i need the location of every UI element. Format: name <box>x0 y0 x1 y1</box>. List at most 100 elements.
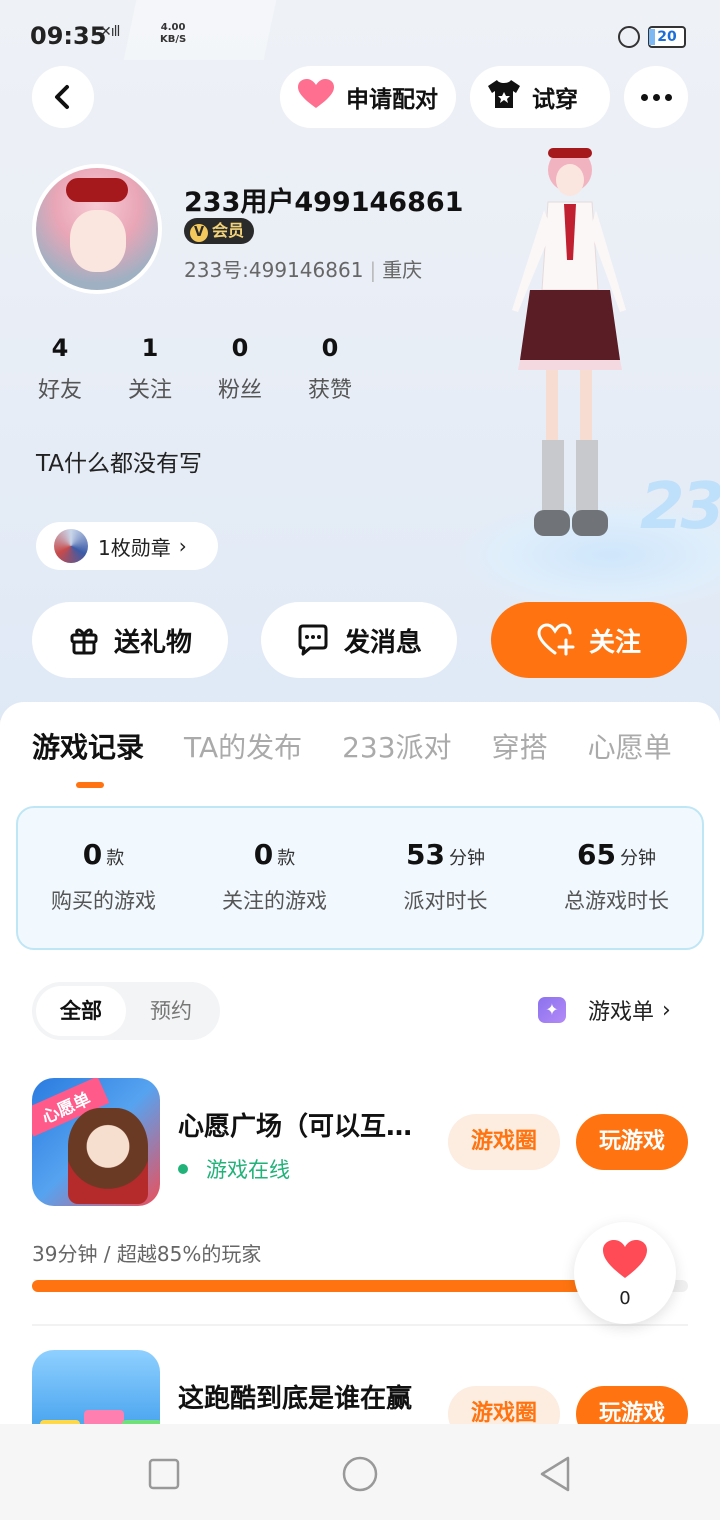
game-filter-toggle: 全部 预约 <box>32 982 220 1040</box>
follow-label: 关注 <box>588 627 641 658</box>
filter-reserved[interactable]: 预约 <box>126 986 216 1036</box>
more-options-button[interactable] <box>624 66 688 128</box>
recent-apps-icon[interactable] <box>144 1454 184 1494</box>
heart-plus-icon <box>537 623 575 656</box>
summary-purchased-games[interactable]: 0 款购买的游戏 <box>18 808 189 948</box>
game-summary-card: 0 款购买的游戏 0 款关注的游戏 53 分钟 派对时长 65 分钟 总游戏时长 <box>16 806 704 950</box>
medals-button[interactable]: 1枚勋章 › <box>36 522 218 570</box>
stat-following[interactable]: 1 关注 <box>126 334 216 404</box>
profile-tabs: 游戏记录 TA的发布 233派对 穿搭 心愿单 <box>32 726 712 788</box>
summary-label: 总游戏时长 <box>564 889 669 913</box>
summary-value: 0 <box>82 838 103 871</box>
summary-total-play-time[interactable]: 65 分钟总游戏时长 <box>531 808 702 948</box>
vip-icon: V <box>190 224 208 242</box>
home-icon[interactable] <box>340 1454 380 1494</box>
stat-fans[interactable]: 0 粉丝 <box>216 334 306 404</box>
chat-bubble-icon <box>298 624 328 656</box>
heart-icon <box>296 78 336 116</box>
separator: | <box>369 258 377 282</box>
game-item[interactable]: 这跑酷到底是谁在赢 游戏圈 玩游戏 <box>32 1350 688 1424</box>
username: 233用户499146861 <box>184 187 464 218</box>
back-triangle-icon[interactable] <box>536 1454 576 1494</box>
summary-party-time[interactable]: 53 分钟 派对时长 <box>360 808 531 948</box>
avatar-face <box>70 210 126 272</box>
chevron-left-icon <box>55 85 69 109</box>
game-character-art <box>68 1108 148 1204</box>
back-button[interactable] <box>32 66 94 128</box>
chevron-right-icon: › <box>662 997 671 1023</box>
summary-unit: 款 <box>277 848 296 869</box>
system-navigation-bar <box>0 1424 720 1520</box>
tab-wishlist[interactable]: 心愿单 <box>588 726 672 786</box>
vip-label: 会员 <box>212 221 245 240</box>
game-playtime: 39分钟 / 超越85%的玩家 <box>32 1242 262 1266</box>
try-on-button[interactable]: 试穿 <box>470 66 610 128</box>
play-game-button[interactable]: 玩游戏 <box>576 1114 688 1170</box>
user-location: 重庆 <box>382 258 423 282</box>
stat-value: 1 <box>141 334 159 362</box>
summary-label: 派对时长 <box>403 889 488 913</box>
play-game-button[interactable]: 玩游戏 <box>576 1386 688 1424</box>
send-message-label: 发消息 <box>343 627 422 658</box>
apply-pair-label: 申请配对 <box>346 87 438 113</box>
rotation-lock-icon <box>618 26 640 48</box>
stat-value: 0 <box>231 334 249 362</box>
summary-unit: 分钟 <box>448 848 485 869</box>
like-button[interactable]: 0 <box>574 1222 676 1324</box>
summary-label: 关注的游戏 <box>222 889 327 913</box>
summary-value: 0 <box>253 838 274 871</box>
avatar-3d-figure[interactable] <box>498 140 638 560</box>
tab-outfits[interactable]: 穿搭 <box>492 726 548 786</box>
tab-game-records[interactable]: 游戏记录 <box>32 726 144 788</box>
divider <box>32 1324 688 1326</box>
game-title: 心愿广场（可以互… <box>178 1112 413 1142</box>
medals-label: 1枚勋章 <box>98 535 171 560</box>
summary-followed-games[interactable]: 0 款关注的游戏 <box>189 808 360 948</box>
like-count: 0 <box>619 1288 631 1309</box>
filter-all[interactable]: 全部 <box>36 986 126 1036</box>
game-circle-button[interactable]: 游戏圈 <box>448 1386 560 1424</box>
stage-233-logo: 233 <box>640 470 720 544</box>
bio-text: TA什么都没有写 <box>36 451 202 477</box>
user-id-line: 233号:499146861 | 重庆 <box>184 254 422 283</box>
more-dot-icon <box>664 93 672 101</box>
medal-icon <box>54 529 88 563</box>
apply-pair-button[interactable]: 申请配对 <box>280 66 456 128</box>
vip-badge[interactable]: V 会员 <box>184 218 255 244</box>
network-speed: 4.00 KB/S <box>160 22 186 46</box>
send-gift-button[interactable]: 送礼物 <box>32 602 228 678</box>
heart-icon <box>603 1240 647 1278</box>
profile-stats: 4 好友 1 关注 0 粉丝 0 获赞 <box>36 334 396 404</box>
follow-button[interactable]: 关注 <box>491 602 687 678</box>
avatar[interactable] <box>32 164 162 294</box>
try-on-label: 试穿 <box>532 87 578 113</box>
chevron-right-icon: › <box>178 534 187 558</box>
network-speed-value: 4.00 <box>160 22 186 33</box>
game-title: 这跑酷到底是谁在赢 <box>178 1384 413 1414</box>
stat-label: 获赞 <box>307 378 352 403</box>
stat-likes[interactable]: 0 获赞 <box>306 334 396 404</box>
progress-fill <box>32 1280 636 1292</box>
game-online-status: 游戏在线 <box>178 1154 290 1184</box>
stat-friends[interactable]: 4 好友 <box>36 334 126 404</box>
more-dot-icon <box>640 93 648 101</box>
tab-posts[interactable]: TA的发布 <box>184 726 302 786</box>
tab-party[interactable]: 233派对 <box>342 726 451 786</box>
summary-unit: 分钟 <box>619 848 656 869</box>
game-item[interactable]: 心愿单 心愿广场（可以互… 游戏在线 游戏圈 玩游戏 <box>32 1078 688 1208</box>
gift-icon <box>70 628 98 655</box>
stat-label: 关注 <box>127 378 172 403</box>
game-thumbnail <box>32 1350 160 1424</box>
network-speed-unit: KB/S <box>160 34 187 45</box>
game-circle-button[interactable]: 游戏圈 <box>448 1114 560 1170</box>
send-message-button[interactable]: 发消息 <box>261 602 457 678</box>
status-bar: 09:35 ✕ıll 4.00 KB/S 20 <box>0 18 720 58</box>
send-gift-label: 送礼物 <box>113 627 192 658</box>
more-dot-icon <box>652 93 660 101</box>
avatar-image <box>36 168 158 290</box>
sparkle-icon: ✦ <box>538 997 566 1023</box>
summary-unit: 款 <box>106 848 125 869</box>
game-list-link[interactable]: ✦ 游戏单 › <box>538 994 671 1026</box>
summary-value: 65 <box>577 838 616 871</box>
stat-label: 粉丝 <box>217 378 262 403</box>
